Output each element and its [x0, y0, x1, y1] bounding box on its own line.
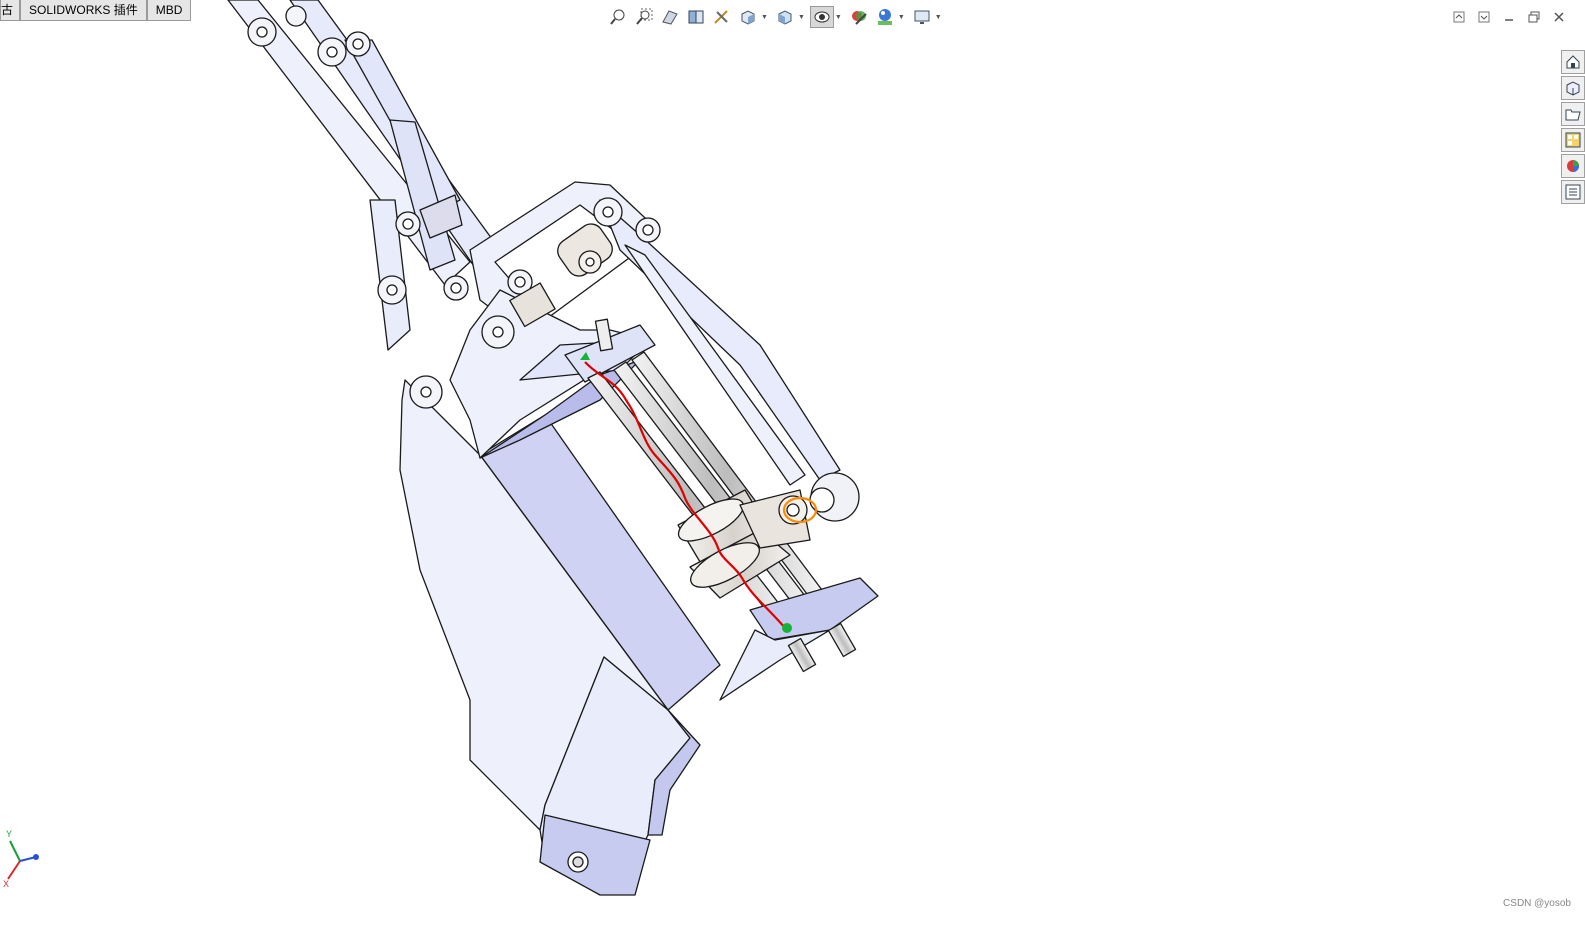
reference-triad: Y X — [3, 829, 39, 889]
maximize-icon[interactable] — [1525, 8, 1542, 25]
close-icon[interactable] — [1550, 8, 1567, 25]
tab-mbd[interactable]: MBD — [146, 0, 192, 21]
chevron-down-icon[interactable]: ▼ — [761, 14, 768, 21]
tab-evaluate[interactable]: 古 — [0, 0, 21, 21]
solidworks-resources-icon[interactable] — [1561, 50, 1585, 74]
file-explorer-icon[interactable] — [1561, 102, 1585, 126]
hide-show-items-icon[interactable] — [809, 6, 834, 28]
dynamic-annotation-icon[interactable] — [710, 6, 734, 28]
chevron-down-icon[interactable]: ▼ — [798, 14, 805, 21]
tab-solidworks-addins[interactable]: SOLIDWORKS 插件 — [20, 0, 147, 21]
document-window-controls — [1450, 8, 1567, 25]
chevron-down-icon[interactable]: ▼ — [835, 14, 842, 21]
section-view-icon[interactable] — [684, 6, 708, 28]
design-library-icon[interactable] — [1561, 76, 1585, 100]
restore-down-icon[interactable] — [1475, 8, 1492, 25]
view-orientation-icon[interactable] — [736, 6, 760, 28]
triad-y-label: Y — [6, 829, 12, 839]
restore-up-icon[interactable] — [1450, 8, 1467, 25]
custom-properties-icon[interactable] — [1561, 180, 1585, 204]
view-settings-icon[interactable] — [910, 6, 934, 28]
end-point-marker — [782, 623, 792, 633]
triad-x-label: X — [3, 879, 9, 889]
apply-scene-icon[interactable] — [873, 6, 897, 28]
appearances-icon[interactable] — [1561, 154, 1585, 178]
minimize-icon[interactable] — [1500, 8, 1517, 25]
graphics-area[interactable] — [0, 0, 1585, 929]
watermark: CSDN @yosob — [1503, 898, 1571, 909]
display-style-icon[interactable] — [773, 6, 797, 28]
task-pane — [1561, 50, 1585, 204]
view-palette-icon[interactable] — [1561, 128, 1585, 152]
zoom-to-area-icon[interactable] — [632, 6, 656, 28]
edit-appearance-icon[interactable] — [847, 6, 871, 28]
leg-mechanism-model — [227, 0, 879, 896]
zoom-to-fit-icon[interactable] — [606, 6, 630, 28]
command-manager-tabs: 古 SOLIDWORKS 插件 MBD — [0, 0, 192, 22]
previous-view-icon[interactable] — [658, 6, 682, 28]
chevron-down-icon[interactable]: ▼ — [898, 14, 905, 21]
chevron-down-icon[interactable]: ▼ — [935, 14, 942, 21]
heads-up-view-toolbar: ▼ ▼ ▼ ▼ ▼ — [606, 4, 947, 30]
